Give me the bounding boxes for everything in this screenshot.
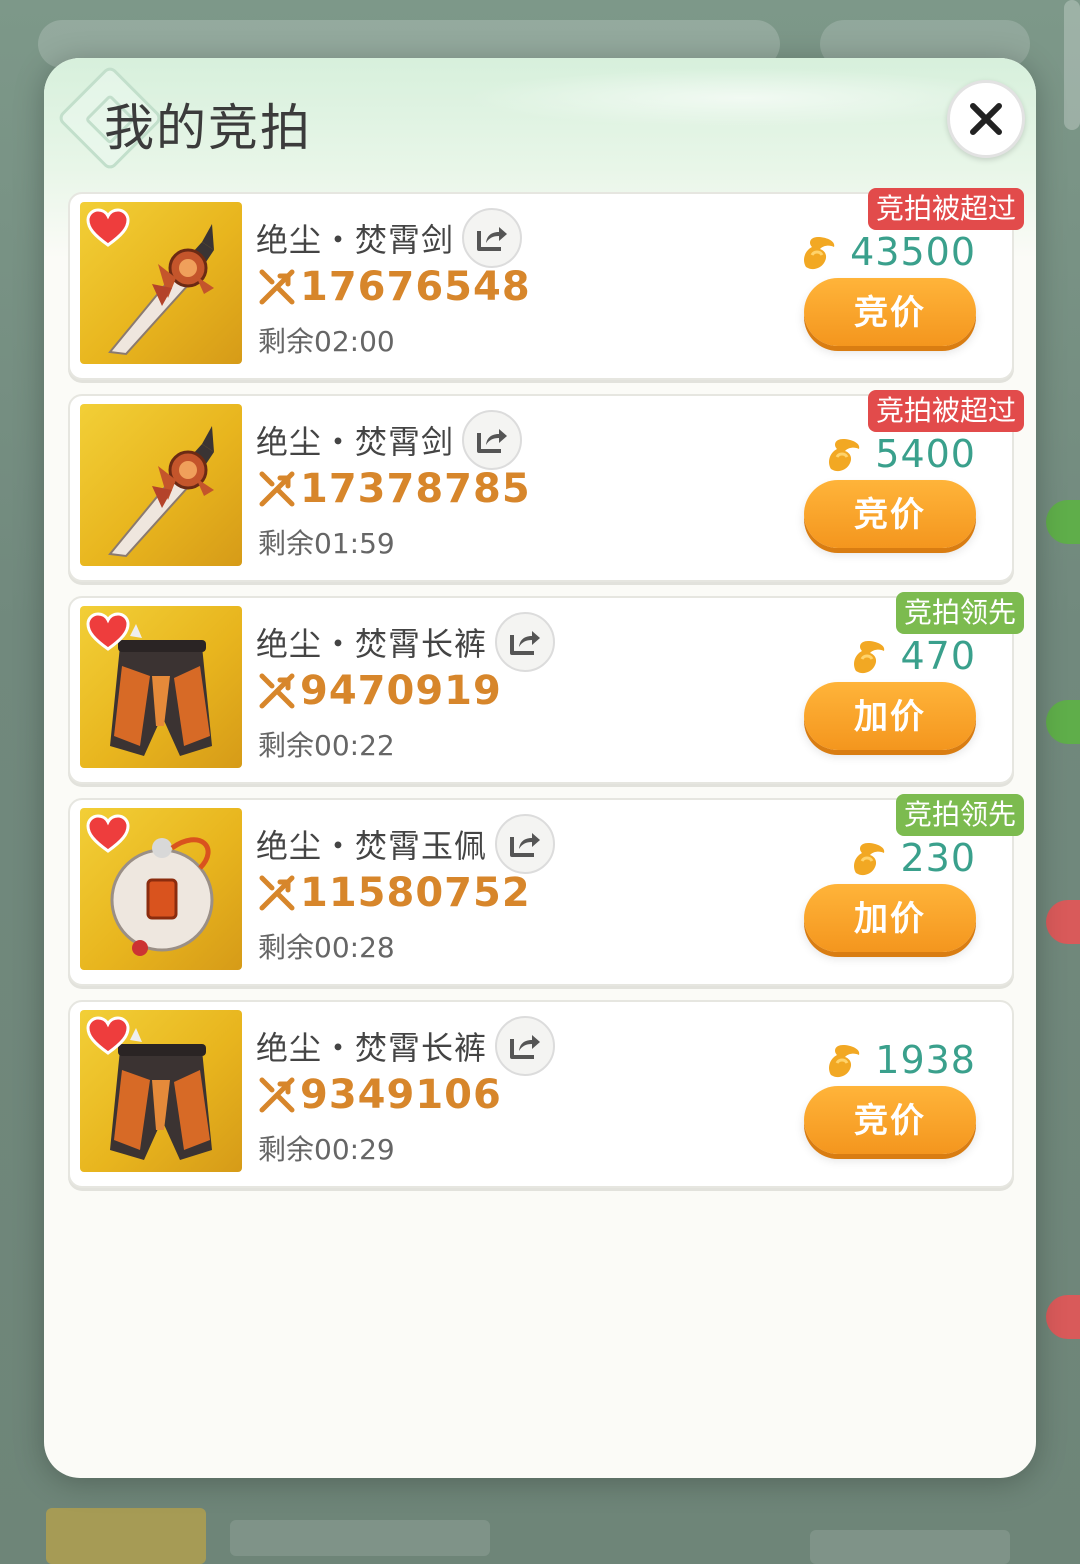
background-scrollbar xyxy=(1064,0,1080,130)
item-thumbnail[interactable] xyxy=(80,808,242,970)
share-icon xyxy=(510,1035,541,1059)
price-tag-icon xyxy=(259,1077,295,1113)
item-name: 绝尘・焚霄玉佩 xyxy=(256,827,488,865)
item-name: 绝尘・焚霄长裤 xyxy=(256,1029,488,1067)
current-bid: 470 xyxy=(900,634,976,678)
price-tag-icon xyxy=(259,471,295,507)
item-thumbnail[interactable] xyxy=(80,404,242,566)
bid-button[interactable]: 竞价 xyxy=(804,278,976,346)
heart-icon[interactable] xyxy=(86,814,130,854)
coin-icon xyxy=(854,843,885,876)
coin-icon xyxy=(829,1045,860,1078)
item-thumbnail[interactable] xyxy=(80,606,242,768)
heart-icon[interactable] xyxy=(86,208,130,248)
status-badge: 竞拍领先 xyxy=(895,794,1024,836)
auction-card[interactable]: 绝尘・焚霄剑 17676548 剩余02:00 竞拍被超过 43500 竞价 xyxy=(68,188,1024,380)
coin-icon xyxy=(829,439,860,472)
coin-icon xyxy=(804,237,835,270)
current-bid: 1938 xyxy=(875,1038,976,1082)
my-auctions-modal: 我的竞拍 绝尘・焚霄剑 17676548 剩余02:00 竞拍被超过 43500… xyxy=(44,58,1036,1478)
background-item-text xyxy=(230,1520,490,1556)
share-button[interactable] xyxy=(495,1016,556,1076)
item-price: 17378785 xyxy=(300,466,531,512)
share-icon xyxy=(477,227,508,251)
current-bid: 5400 xyxy=(875,432,976,476)
bid-button[interactable]: 竞价 xyxy=(804,1086,976,1154)
share-button[interactable] xyxy=(462,208,523,268)
bid-button[interactable]: 竞价 xyxy=(804,480,976,548)
modal-title: 我的竞拍 xyxy=(104,99,312,157)
bid-button[interactable]: 加价 xyxy=(804,682,976,750)
auction-card[interactable]: 绝尘・焚霄长裤 9349106 剩余00:29 1938 竞价 xyxy=(68,1000,1014,1188)
auction-card[interactable]: 绝尘・焚霄长裤 9470919 剩余00:22 竞拍领先 470 加价 xyxy=(68,592,1024,784)
background-item-bid xyxy=(810,1530,1010,1564)
heart-icon[interactable] xyxy=(86,1016,130,1056)
time-remaining: 剩余00:22 xyxy=(258,729,395,762)
current-bid: 230 xyxy=(900,836,976,880)
status-badge: 竞拍领先 xyxy=(895,592,1024,634)
item-image xyxy=(108,426,214,558)
status-badge: 竞拍被超过 xyxy=(867,188,1024,230)
bid-button[interactable]: 加价 xyxy=(804,884,976,952)
time-remaining: 剩余01:59 xyxy=(258,527,395,560)
price-tag-icon xyxy=(259,269,295,305)
item-thumbnail[interactable] xyxy=(80,1010,242,1172)
coin-icon xyxy=(854,641,885,674)
auction-card[interactable]: 绝尘・焚霄玉佩 11580752 剩余00:28 竞拍领先 230 加价 xyxy=(68,794,1024,986)
item-name: 绝尘・焚霄剑 xyxy=(256,221,455,259)
item-price: 9349106 xyxy=(300,1072,502,1118)
item-price: 9470919 xyxy=(300,668,502,714)
item-name: 绝尘・焚霄长裤 xyxy=(256,625,488,663)
price-tag-icon xyxy=(259,875,295,911)
share-button[interactable] xyxy=(495,814,556,874)
share-icon xyxy=(477,429,508,453)
close-button[interactable] xyxy=(947,80,1025,158)
item-price: 17676548 xyxy=(300,264,531,310)
heart-icon[interactable] xyxy=(86,612,130,652)
time-remaining: 剩余02:00 xyxy=(258,325,395,358)
share-icon xyxy=(510,631,541,655)
item-price: 11580752 xyxy=(300,870,531,916)
time-remaining: 剩余00:29 xyxy=(258,1133,395,1166)
item-thumbnail[interactable] xyxy=(80,202,242,364)
status-badge: 竞拍被超过 xyxy=(867,390,1024,432)
auction-card[interactable]: 绝尘・焚霄剑 17378785 剩余01:59 竞拍被超过 5400 竞价 xyxy=(68,390,1024,582)
share-button[interactable] xyxy=(495,612,556,672)
price-tag-icon xyxy=(259,673,295,709)
share-button[interactable] xyxy=(462,410,523,470)
background-item-thumb xyxy=(46,1508,206,1564)
item-name: 绝尘・焚霄剑 xyxy=(256,423,455,461)
time-remaining: 剩余00:28 xyxy=(258,931,395,964)
close-icon xyxy=(970,103,1002,135)
share-icon xyxy=(510,833,541,857)
current-bid: 43500 xyxy=(850,230,976,274)
